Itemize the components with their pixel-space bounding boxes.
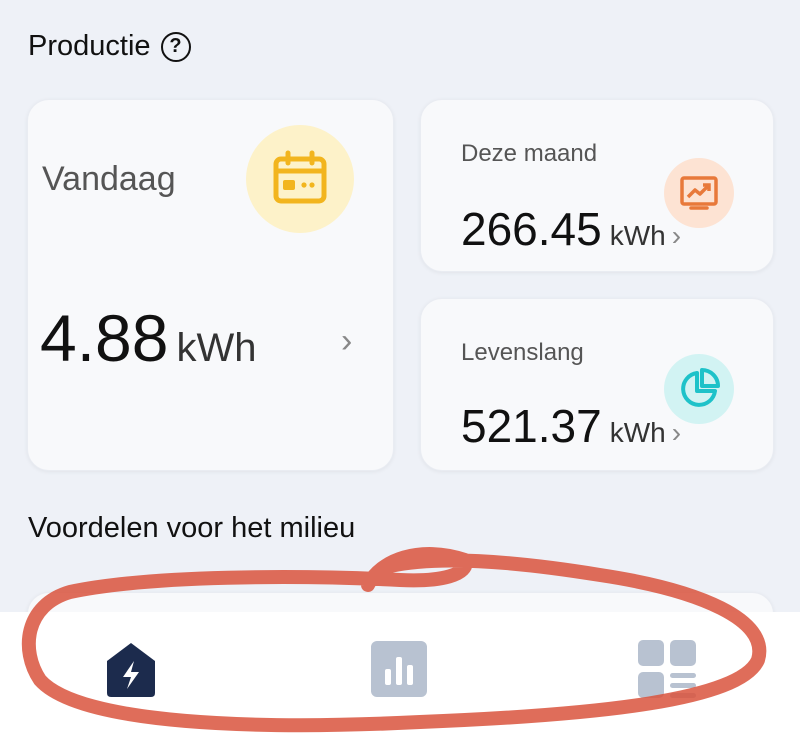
- environment-header: Voordelen voor het milieu: [28, 512, 355, 545]
- today-value-row: 4.88 kWh: [40, 300, 256, 376]
- month-value-row: 266.45 kWh ›: [461, 202, 681, 256]
- grid-menu-icon: [638, 640, 696, 698]
- production-header: Productie ?: [28, 30, 191, 63]
- nav-menu[interactable]: [632, 634, 702, 704]
- today-card[interactable]: Vandaag 4.88 kWh ›: [27, 99, 394, 471]
- nav-home[interactable]: [96, 634, 166, 704]
- question-circle-icon[interactable]: ?: [160, 31, 191, 62]
- environment-title: Voordelen voor het milieu: [28, 512, 356, 544]
- month-card[interactable]: Deze maand 266.45 kWh ›: [420, 99, 774, 272]
- lifetime-value: 521.37: [461, 400, 602, 452]
- bottom-nav: [0, 612, 800, 736]
- lifetime-unit: kWh: [609, 417, 666, 448]
- today-value: 4.88: [40, 301, 169, 375]
- lifetime-value-row: 521.37 kWh ›: [461, 399, 681, 453]
- lifetime-chevron-icon: ›: [671, 417, 682, 448]
- month-chevron-icon: ›: [671, 220, 682, 251]
- production-title: Productie: [28, 30, 151, 62]
- today-unit: kWh: [176, 326, 257, 370]
- nav-statistics[interactable]: [364, 634, 434, 704]
- month-label: Deze maand: [461, 140, 598, 167]
- calendar-icon: [246, 125, 354, 233]
- lifetime-label: Levenslang: [461, 339, 584, 366]
- lifetime-card[interactable]: Levenslang 521.37 kWh ›: [420, 298, 774, 471]
- bar-chart-icon: [371, 641, 427, 697]
- home-bolt-icon: [107, 643, 155, 697]
- month-value: 266.45: [461, 203, 602, 255]
- today-chevron-icon: ›: [341, 322, 353, 360]
- month-unit: kWh: [609, 220, 666, 251]
- today-label: Vandaag: [42, 160, 176, 198]
